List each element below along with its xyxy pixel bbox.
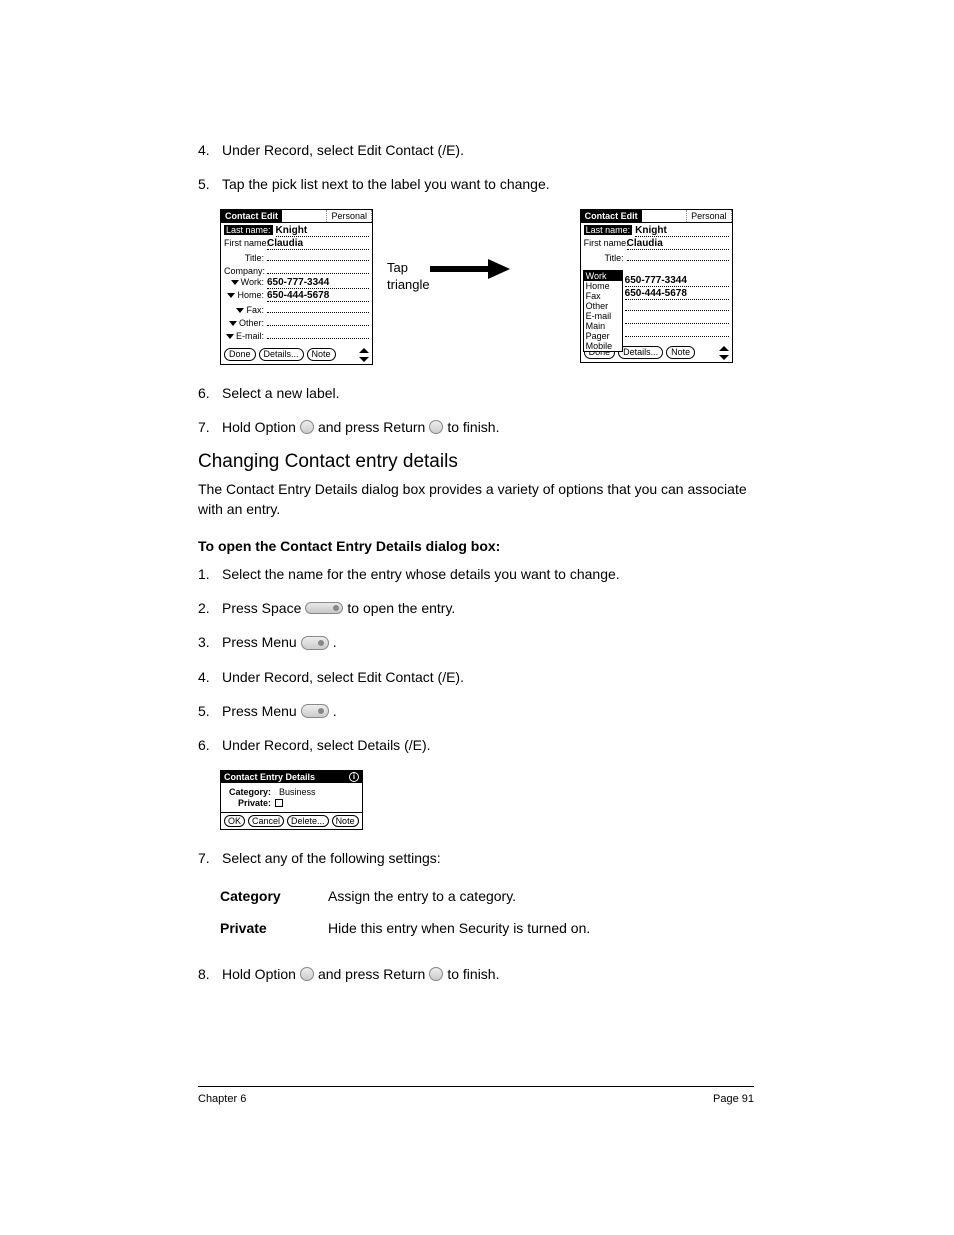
chevron-down-icon[interactable] bbox=[226, 334, 234, 339]
details-button[interactable]: Details... bbox=[259, 348, 304, 361]
label-picklist-popup[interactable]: Work Home Fax Other E-mail Main Pager Mo… bbox=[583, 270, 623, 352]
proc-step-6: 6.Under Record, select Details (/E). bbox=[198, 735, 754, 755]
picklist-option-main[interactable]: Main bbox=[584, 321, 622, 331]
step-5: 5.Tap the pick list next to the label yo… bbox=[198, 174, 754, 194]
first-name-field[interactable]: Claudia bbox=[627, 238, 729, 250]
option-key-icon bbox=[300, 420, 314, 434]
picklist-option-fax[interactable]: Fax bbox=[584, 291, 622, 301]
settings-row-category: Category Assign the entry to a category. bbox=[220, 888, 754, 904]
step-7: 7. Hold Option and press Return to finis… bbox=[198, 417, 754, 437]
home-field[interactable]: 650-444-5678 bbox=[625, 288, 729, 300]
step-4: 4.Under Record, select Edit Contact (/E)… bbox=[198, 140, 754, 160]
step-list-a: 4.Under Record, select Edit Contact (/E)… bbox=[198, 140, 754, 195]
picklist-option-mobile[interactable]: Mobile bbox=[584, 341, 622, 351]
proc-step-8: 8. Hold Option and press Return to finis… bbox=[198, 964, 754, 984]
chevron-down-icon[interactable] bbox=[229, 321, 237, 326]
company-field[interactable] bbox=[267, 264, 369, 274]
proc-step-7: 7.Select any of the following settings: bbox=[198, 848, 754, 868]
settings-table: Category Assign the entry to a category.… bbox=[220, 888, 754, 936]
picklist-option-email[interactable]: E-mail bbox=[584, 311, 622, 321]
footer-chapter: Chapter 6 bbox=[198, 1093, 246, 1105]
space-key-icon bbox=[305, 602, 343, 614]
cancel-button[interactable]: Cancel bbox=[248, 815, 284, 827]
contact-entry-details-dialog: Contact Entry Details i Category:Busines… bbox=[220, 770, 363, 830]
note-button[interactable]: Note bbox=[307, 348, 336, 361]
contact-edit-screen-before: Contact Edit Personal Last name:Knight F… bbox=[220, 209, 373, 365]
chevron-down-icon[interactable] bbox=[227, 293, 235, 298]
footer-page: Page 91 bbox=[713, 1093, 754, 1105]
procedure-heading: To open the Contact Entry Details dialog… bbox=[198, 538, 754, 554]
category-value[interactable]: Business bbox=[279, 787, 316, 797]
home-field[interactable]: 650-444-5678 bbox=[267, 290, 369, 302]
window-title: Contact Edit bbox=[221, 210, 282, 222]
menu-key-icon bbox=[301, 704, 329, 718]
scroll-arrows-icon[interactable] bbox=[359, 348, 369, 362]
proc-step-1: 1.Select the name for the entry whose de… bbox=[198, 564, 754, 584]
email-field[interactable] bbox=[267, 329, 369, 339]
info-icon[interactable]: i bbox=[349, 772, 359, 782]
arrow-icon bbox=[430, 259, 560, 279]
ok-button[interactable]: OK bbox=[224, 815, 245, 827]
details-button[interactable]: Details... bbox=[618, 346, 663, 359]
chevron-down-icon[interactable] bbox=[236, 308, 244, 313]
option-key-icon bbox=[300, 967, 314, 981]
section-heading: Changing Contact entry details bbox=[198, 451, 754, 473]
proc-step-5: 5. Press Menu . bbox=[198, 701, 754, 721]
picklist-option-work[interactable]: Work bbox=[584, 271, 622, 281]
work-field[interactable]: 650-777-3344 bbox=[267, 277, 369, 289]
picklist-option-home[interactable]: Home bbox=[584, 281, 622, 291]
category-picker[interactable]: Personal bbox=[686, 210, 732, 222]
step-list-b: 6.Select a new label. 7. Hold Option and… bbox=[198, 383, 754, 438]
note-button[interactable]: Note bbox=[666, 346, 695, 359]
last-name-field[interactable]: Knight bbox=[276, 225, 369, 237]
note-button[interactable]: Note bbox=[332, 815, 359, 827]
proc-step-2: 2. Press Space to open the entry. bbox=[198, 598, 754, 618]
figure-row: Contact Edit Personal Last name:Knight F… bbox=[220, 209, 754, 365]
title-field[interactable] bbox=[267, 251, 369, 261]
scroll-arrows-icon[interactable] bbox=[719, 346, 729, 360]
procedure-list: 1.Select the name for the entry whose de… bbox=[198, 564, 754, 756]
callout-tap-triangle: Tap triangle bbox=[387, 259, 430, 294]
step-6: 6.Select a new label. bbox=[198, 383, 754, 403]
return-key-icon bbox=[429, 967, 443, 981]
work-field[interactable]: 650-777-3344 bbox=[625, 275, 729, 287]
other-field[interactable] bbox=[267, 316, 369, 326]
picklist-option-pager[interactable]: Pager bbox=[584, 331, 622, 341]
menu-key-icon bbox=[301, 636, 329, 650]
fax-field[interactable] bbox=[267, 303, 369, 313]
proc-step-3: 3. Press Menu . bbox=[198, 632, 754, 652]
dialog-title: Contact Entry Details bbox=[224, 772, 315, 782]
settings-row-private: Private Hide this entry when Security is… bbox=[220, 920, 754, 936]
private-checkbox[interactable] bbox=[275, 799, 283, 807]
return-key-icon bbox=[429, 420, 443, 434]
delete-button[interactable]: Delete... bbox=[287, 815, 329, 827]
window-title: Contact Edit bbox=[581, 210, 642, 222]
section-paragraph: The Contact Entry Details dialog box pro… bbox=[198, 479, 754, 520]
proc-step-4: 4.Under Record, select Edit Contact (/E)… bbox=[198, 667, 754, 687]
page-footer: Chapter 6 Page 91 bbox=[198, 1086, 754, 1105]
done-button[interactable]: Done bbox=[224, 348, 256, 361]
picklist-option-other[interactable]: Other bbox=[584, 301, 622, 311]
first-name-field[interactable]: Claudia bbox=[267, 238, 369, 250]
title-field[interactable] bbox=[627, 251, 729, 261]
last-name-field[interactable]: Knight bbox=[635, 225, 728, 237]
contact-edit-screen-after: Contact Edit Personal Last name:Knight F… bbox=[580, 209, 733, 363]
chevron-down-icon[interactable] bbox=[231, 280, 239, 285]
category-picker[interactable]: Personal bbox=[326, 210, 372, 222]
